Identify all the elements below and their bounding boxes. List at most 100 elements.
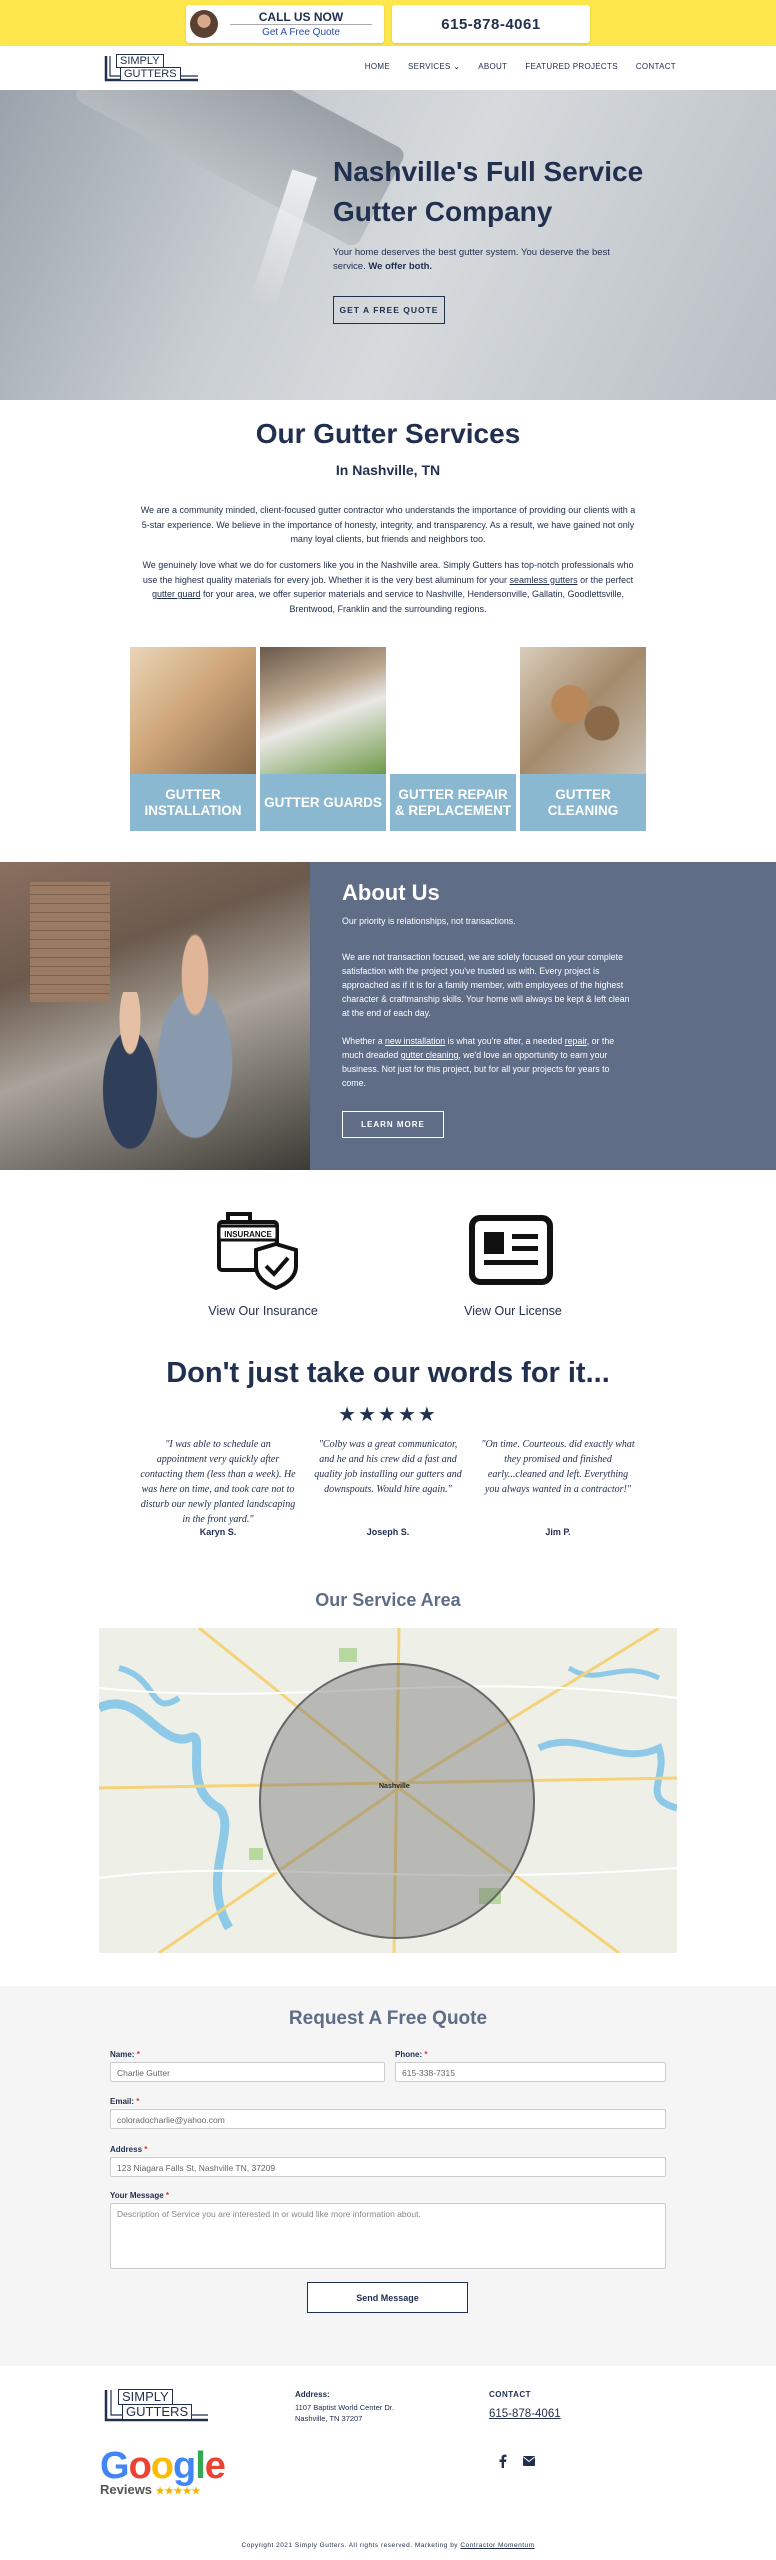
required-mark: * xyxy=(424,2050,428,2059)
tile-gutter-guards[interactable]: GUTTER GUARDS xyxy=(260,647,386,831)
seamless-gutters-link[interactable]: seamless gutters xyxy=(510,575,578,585)
required-mark: * xyxy=(165,2191,170,2200)
testimonial-author: Karyn S. xyxy=(199,1527,237,1537)
gutter-cleaning-link[interactable]: gutter cleaning xyxy=(401,1050,459,1060)
photo-boy xyxy=(85,992,175,1170)
required-mark: * xyxy=(136,2050,140,2059)
tile-label: GUTTER REPAIR & REPLACEMENT xyxy=(390,774,516,831)
call-us-box[interactable]: CALL US NOW Get A Free Quote xyxy=(186,5,384,43)
nav-item-contact[interactable]: CONTACT xyxy=(636,62,676,71)
text: or the perfect xyxy=(577,574,634,585)
tile-label: GUTTER GUARDS xyxy=(260,774,386,831)
hero-quote-button[interactable]: GET A FREE QUOTE xyxy=(333,296,445,324)
brick-pillar xyxy=(30,882,110,1002)
nav-item-home[interactable]: HOME xyxy=(365,62,390,71)
tile-label: GUTTER CLEANING xyxy=(520,774,646,831)
testimonial-quote: "I was able to schedule an appointment v… xyxy=(140,1439,296,1525)
address-line: 1107 Baptist World Center Dr. xyxy=(295,2403,394,2412)
quote-form-title: Request A Free Quote xyxy=(288,2008,488,2029)
service-area-map[interactable]: Nashville xyxy=(99,1628,677,1953)
label-text: Phone: xyxy=(395,2050,423,2059)
copyright: Copyright 2021 Simply Gutters. All right… xyxy=(0,2542,776,2549)
chevron-down-icon: ⌄ xyxy=(453,62,461,71)
o-letter: o xyxy=(128,2445,152,2487)
phone-number[interactable]: 615-878-4061 xyxy=(441,16,540,33)
logo-text-gutters: GUTTERS xyxy=(120,67,181,81)
hero-subtitle-bold: We offer both. xyxy=(368,261,433,272)
top-bar: CALL US NOW Get A Free Quote 615-878-406… xyxy=(0,0,776,46)
logo-text-gutters: GUTTERS xyxy=(122,2404,193,2420)
phone-field[interactable]: 615-338-7315 xyxy=(395,2062,666,2082)
google-reviews-badge[interactable]: Google Reviews ★★★★★ xyxy=(100,2446,230,2506)
free-quote-link[interactable]: Get A Free Quote xyxy=(226,27,376,38)
gutter-guard-link[interactable]: gutter guard xyxy=(152,589,201,599)
about-section: About Us Our priority is relationships, … xyxy=(0,862,776,1170)
avatar xyxy=(190,10,218,38)
service-tiles: GUTTER INSTALLATION GUTTER GUARDS GUTTER… xyxy=(130,647,646,831)
phone-box[interactable]: 615-878-4061 xyxy=(392,5,590,43)
rating-stars-icon: ★★★★★ xyxy=(338,1404,438,1426)
footer-logo[interactable]: SIMPLY GUTTERS xyxy=(102,2386,212,2426)
required-mark: * xyxy=(136,2097,140,2106)
review-stars-icon: ★★★★★ xyxy=(155,2486,201,2497)
nav-item-about[interactable]: ABOUT xyxy=(478,62,507,71)
testimonial-quote: "On time. Courteous. did exactly what th… xyxy=(481,1439,635,1495)
new-installation-link[interactable]: new installation xyxy=(385,1036,445,1046)
email-label: Email: * xyxy=(110,2097,139,2106)
label-text: Your Message xyxy=(110,2191,164,2200)
license-card-icon[interactable] xyxy=(468,1214,554,1286)
nav-item-featured-projects[interactable]: FEATURED PROJECTS xyxy=(525,62,618,71)
facebook-icon[interactable] xyxy=(497,2454,509,2468)
view-license-link[interactable]: View Our License xyxy=(430,1304,596,1318)
hero-subtitle: Your home deserves the best gutter syste… xyxy=(333,246,623,274)
tile-gutter-repair[interactable]: GUTTER REPAIR & REPLACEMENT xyxy=(390,647,516,831)
required-mark: * xyxy=(144,2145,148,2154)
address-heading: Address: xyxy=(295,2390,330,2399)
insurance-badge-text: INSURANCE xyxy=(224,1230,272,1239)
email-field[interactable]: coloradocharlie@yahoo.com xyxy=(110,2109,666,2129)
email-icon[interactable] xyxy=(523,2456,535,2466)
learn-more-button[interactable]: LEARN MORE xyxy=(342,1111,444,1138)
tile-gutter-installation[interactable]: GUTTER INSTALLATION xyxy=(130,647,256,831)
address-text: 1107 Baptist World Center Dr. Nashville,… xyxy=(295,2402,415,2424)
text: Whether a xyxy=(342,1036,386,1046)
divider xyxy=(230,24,372,25)
view-insurance-link[interactable]: View Our Insurance xyxy=(180,1304,346,1318)
l-letter: l xyxy=(195,2445,206,2487)
testimonial-author: Jim P. xyxy=(545,1527,571,1537)
gutter-repair-image xyxy=(390,647,516,774)
testimonial-author: Joseph S. xyxy=(366,1527,410,1537)
footer-phone-link[interactable]: 615-878-4061 xyxy=(489,2408,561,2420)
main-nav: SIMPLY GUTTERS HOME SERVICES ⌄ ABOUT FEA… xyxy=(0,46,776,90)
services-subtitle: In Nashville, TN xyxy=(335,462,441,478)
g-letter: G xyxy=(100,2445,130,2487)
label-text: Address xyxy=(110,2145,143,2154)
contractor-momentum-link[interactable]: Contractor Momentum xyxy=(460,2542,534,2549)
gutter-guards-image xyxy=(260,647,386,774)
text: for your area, we offer superior materia… xyxy=(200,589,625,614)
about-paragraph-1: We are not transaction focused, we are s… xyxy=(342,952,630,1018)
name-field[interactable]: Charlie Gutter xyxy=(110,2062,385,2082)
hero-section xyxy=(0,90,776,400)
site-logo[interactable]: SIMPLY GUTTERS xyxy=(102,52,202,84)
g-letter: g xyxy=(173,2445,196,2487)
name-label: Name: * xyxy=(110,2050,140,2059)
tile-gutter-cleaning[interactable]: GUTTER CLEANING xyxy=(520,647,646,831)
repair-link[interactable]: repair xyxy=(565,1036,587,1046)
footer: SIMPLY GUTTERS Google Reviews ★★★★★ Addr… xyxy=(0,2366,776,2560)
nav-item-services[interactable]: SERVICES ⌄ xyxy=(408,62,460,71)
services-paragraph-2: We genuinely love what we do for custome… xyxy=(140,558,636,616)
label-text: Name: xyxy=(110,2050,135,2059)
address-field[interactable]: 123 Niagara Falls St, Nashville TN, 3720… xyxy=(110,2157,666,2177)
call-now-label: CALL US NOW xyxy=(258,10,344,24)
insurance-briefcase-icon[interactable]: INSURANCE xyxy=(216,1206,306,1291)
message-textarea[interactable]: Description of Service you are intereste… xyxy=(110,2203,666,2269)
logo-text-simply: SIMPLY xyxy=(118,2389,173,2405)
copyright-text: Copyright 2021 Simply Gutters. All right… xyxy=(241,2542,461,2549)
gutter-cleaning-image xyxy=(520,647,646,774)
send-message-button[interactable]: Send Message xyxy=(307,2282,468,2313)
testimonials-title: Don't just take our words for it... xyxy=(166,1357,610,1389)
testimonial-quote: "Colby was a great communicator, and he … xyxy=(314,1439,462,1495)
nav-links: HOME SERVICES ⌄ ABOUT FEATURED PROJECTS … xyxy=(365,62,676,71)
map-city-label: Nashville xyxy=(379,1783,410,1790)
